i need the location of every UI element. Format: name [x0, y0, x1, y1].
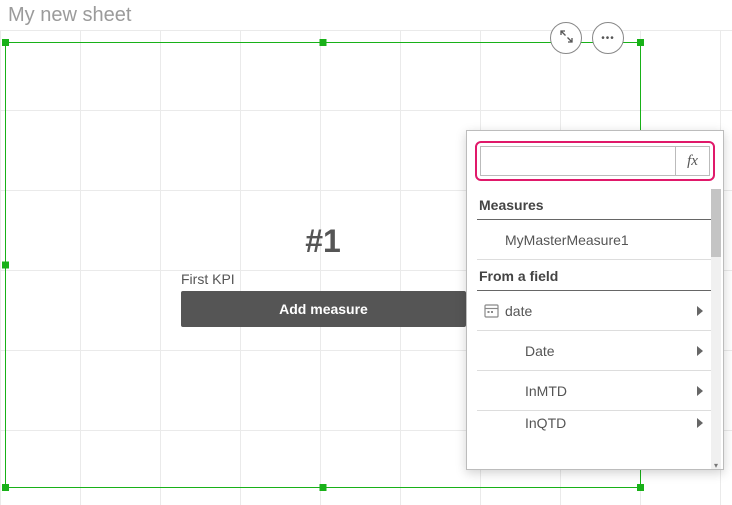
expression-editor-button[interactable]: fx: [675, 147, 709, 175]
list-item-label: date: [505, 303, 697, 319]
add-measure-label: Add measure: [279, 301, 368, 317]
list-item-field-date-cap[interactable]: Date: [477, 331, 715, 371]
search-highlight-ring: fx: [475, 141, 715, 181]
more-options-button[interactable]: [592, 22, 624, 54]
chevron-right-icon: [697, 418, 703, 428]
list-item-measure[interactable]: MyMasterMeasure1: [477, 220, 715, 260]
fx-icon: fx: [687, 153, 698, 170]
fullscreen-icon: [560, 30, 573, 46]
picker-body: ▴ ▾ Measures MyMasterMeasure1 From a fie…: [467, 189, 723, 469]
list-item-label: MyMasterMeasure1: [505, 232, 703, 248]
group-header-from-field: From a field: [477, 260, 715, 291]
list-item-field-inqtd[interactable]: InQTD: [477, 411, 715, 435]
scrollbar-thumb[interactable]: [711, 189, 721, 257]
object-action-buttons: [550, 22, 624, 54]
fullscreen-button[interactable]: [550, 22, 582, 54]
resize-handle[interactable]: [2, 484, 9, 491]
resize-handle[interactable]: [637, 484, 644, 491]
group-header-measures: Measures: [477, 189, 715, 220]
resize-handle[interactable]: [637, 39, 644, 46]
list-item-label: Date: [525, 343, 697, 359]
chevron-right-icon: [697, 386, 703, 396]
chevron-right-icon: [697, 306, 703, 316]
search-input[interactable]: [481, 147, 675, 175]
kpi-label-text: First KPI: [181, 271, 235, 287]
list-item-label: InMTD: [525, 383, 697, 399]
measure-picker-popup: fx ▴ ▾ Measures MyMasterMeasure1 From a …: [466, 130, 724, 470]
resize-handle[interactable]: [320, 39, 327, 46]
list-item-label: InQTD: [525, 415, 697, 431]
calendar-icon: [477, 303, 505, 318]
add-measure-button[interactable]: Add measure: [181, 291, 466, 327]
sheet-title[interactable]: My new sheet: [8, 4, 131, 27]
search-row: fx: [480, 146, 710, 176]
list-item-field-inmtd[interactable]: InMTD: [477, 371, 715, 411]
scrollbar-down-arrow[interactable]: ▾: [711, 461, 721, 469]
resize-handle[interactable]: [2, 39, 9, 46]
resize-handle[interactable]: [2, 262, 9, 269]
chevron-right-icon: [697, 346, 703, 356]
list-item-field-date[interactable]: date: [477, 291, 715, 331]
resize-handle[interactable]: [320, 484, 327, 491]
